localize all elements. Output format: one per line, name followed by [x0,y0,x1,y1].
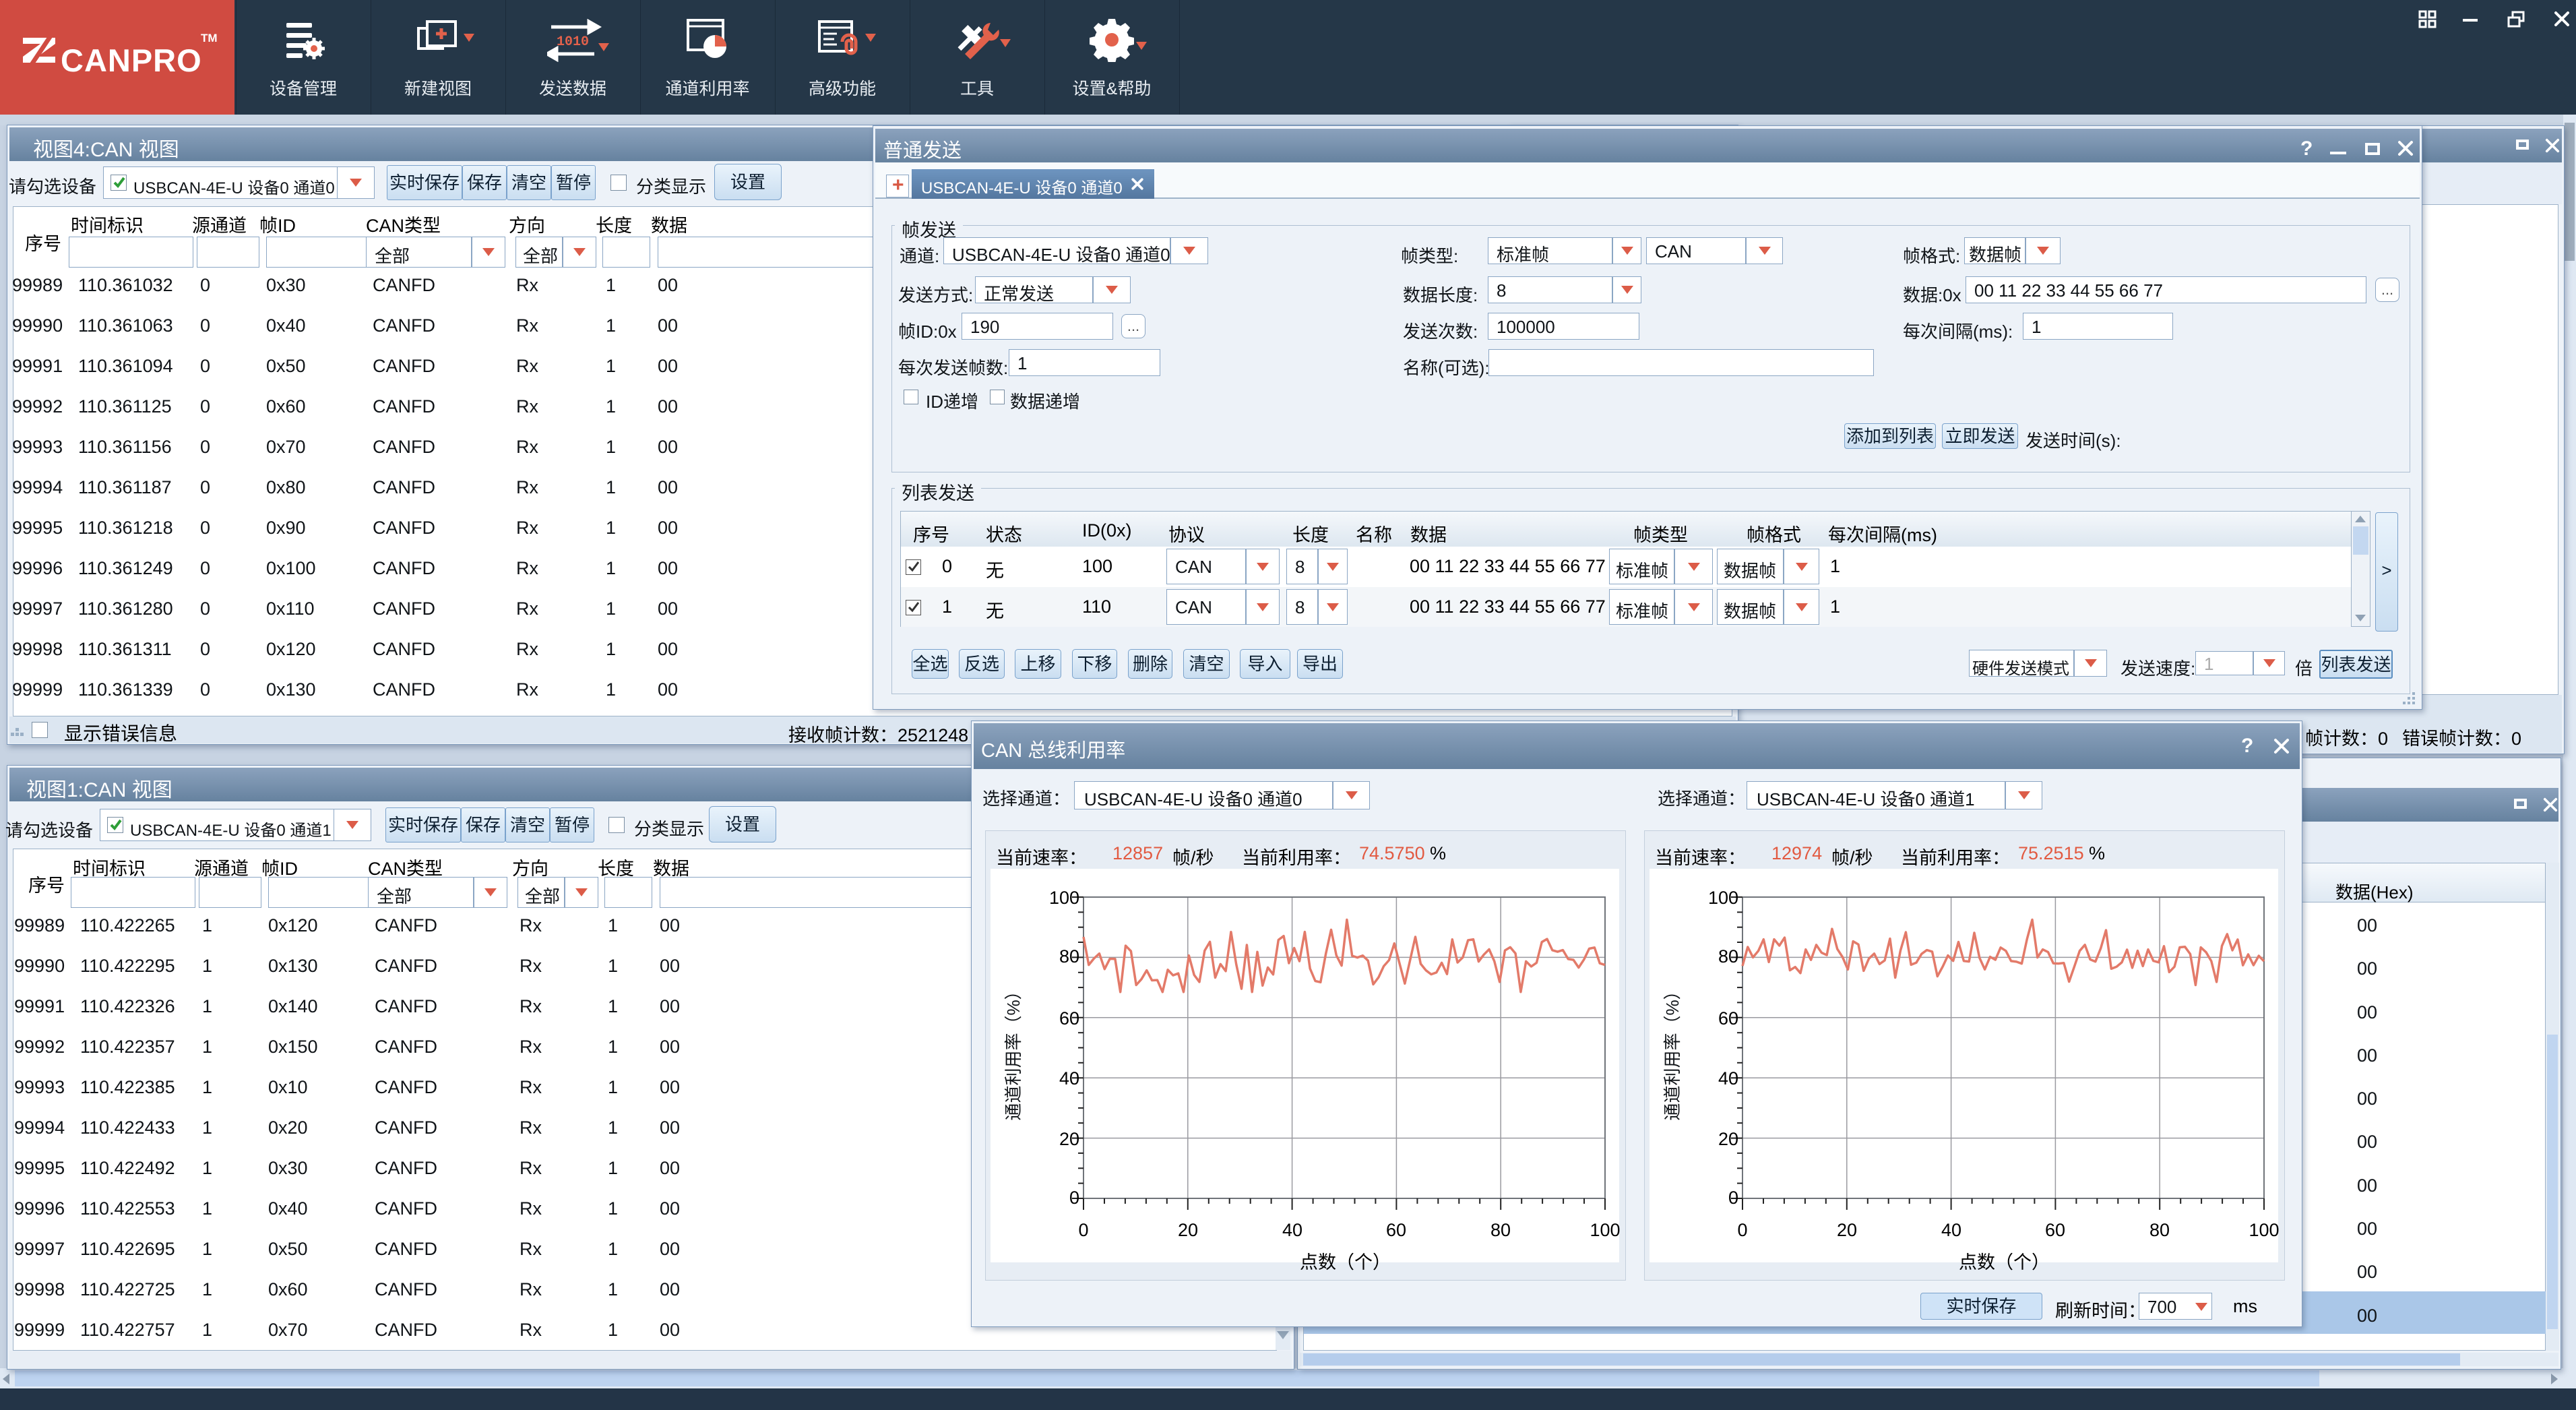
svg-text:1010: 1010 [557,34,589,50]
svg-text:TM: TM [201,32,218,44]
svg-text:CANPRO: CANPRO [61,42,202,78]
svg-text:通道利用率（%）: 通道利用率（%） [1003,982,1024,1120]
svg-text:通道利用率（%）: 通道利用率（%） [1662,982,1683,1120]
